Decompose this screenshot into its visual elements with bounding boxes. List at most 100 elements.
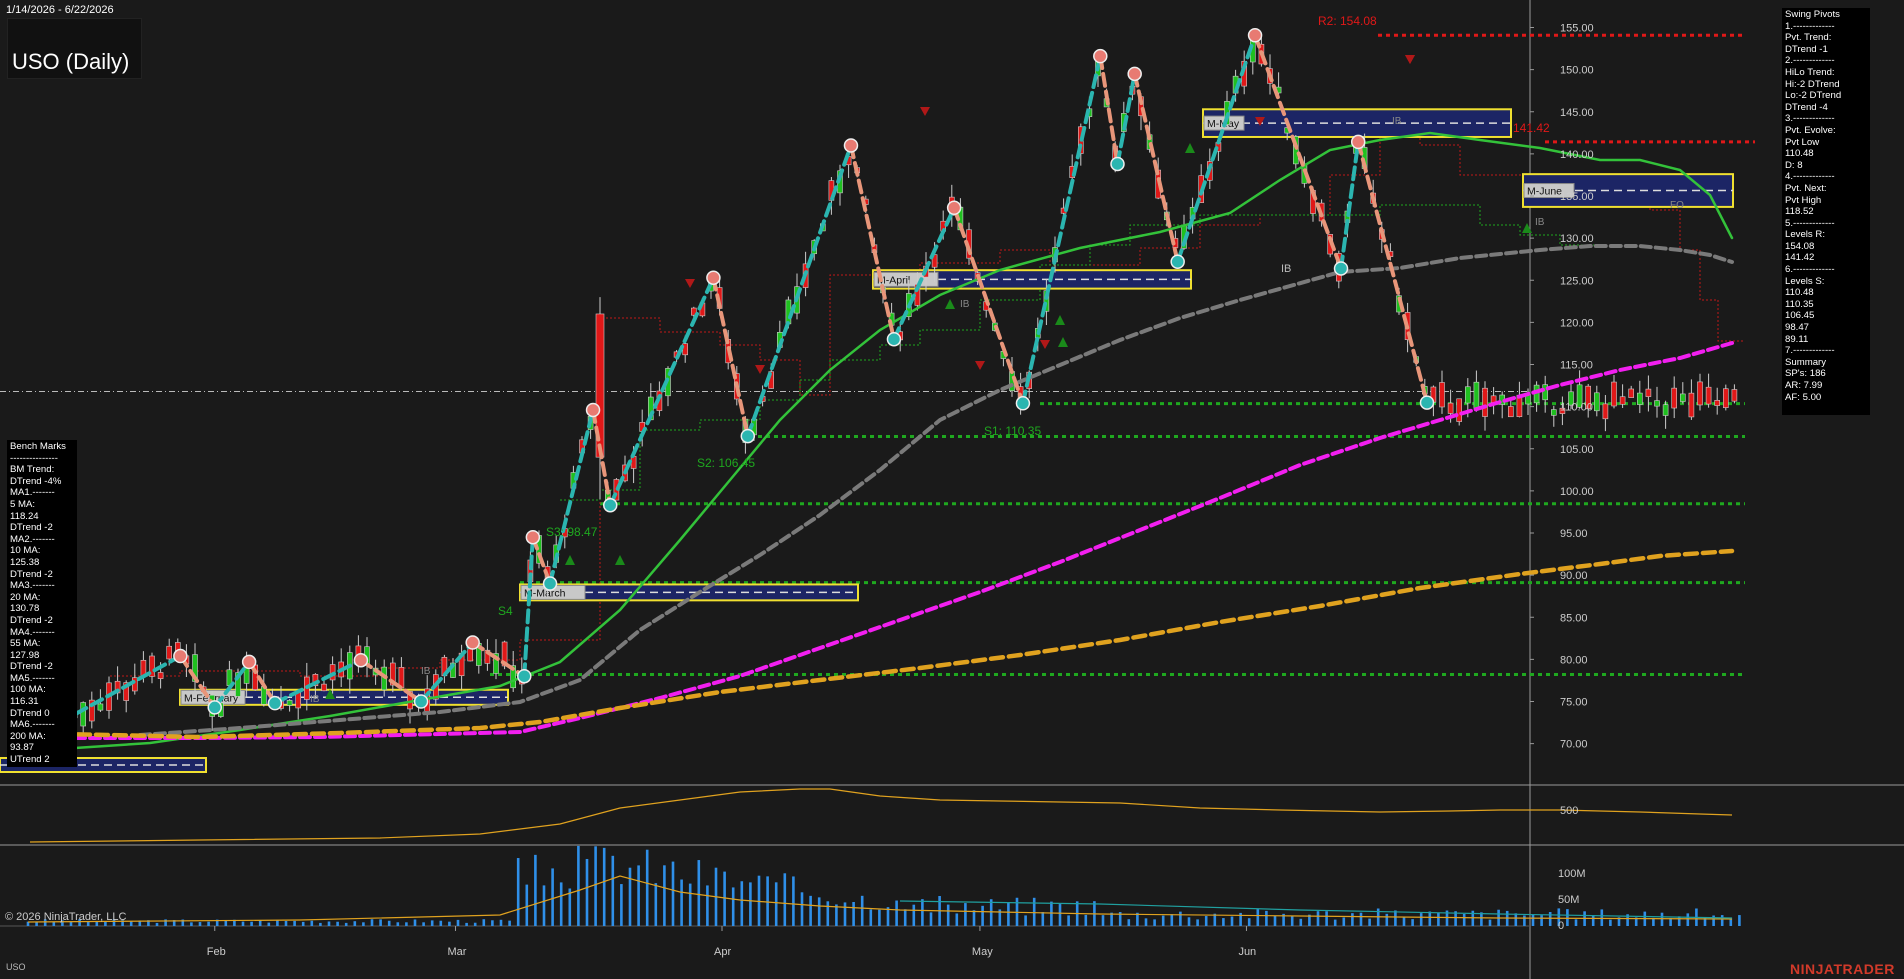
volume-bar <box>1411 919 1414 926</box>
volume-bar <box>792 876 795 926</box>
level-label: IB <box>1535 217 1545 228</box>
bench-panel-line: DTrend -2 <box>10 522 53 534</box>
candle-body <box>1594 392 1600 412</box>
volume-bar <box>912 904 916 926</box>
volume-bar <box>207 921 210 926</box>
candle-body <box>1456 398 1462 422</box>
bench-panel-line: 100 MA: <box>10 684 46 696</box>
x-tick-label: Feb <box>207 946 226 958</box>
level-label: IB <box>1281 263 1291 275</box>
bench-panel-line: DTrend -2 <box>10 614 53 626</box>
volume-bar <box>310 920 314 926</box>
volume-bar <box>439 920 443 926</box>
zigzag-segment <box>711 275 750 439</box>
volume-bar <box>396 922 400 926</box>
pivot-panel-line: Levels S: <box>1785 275 1825 287</box>
pivot-panel-line: 118.52 <box>1785 206 1814 218</box>
sell-signal-marker <box>920 107 930 116</box>
brand-logo: NINJATRADER <box>1790 961 1895 977</box>
bench-panel-line: 127.98 <box>10 649 40 661</box>
pivot-panel-line: 110.48 <box>1785 148 1814 160</box>
volume-bar <box>1609 919 1612 926</box>
buy-signal-marker <box>1185 143 1195 153</box>
candle-body <box>1645 388 1652 397</box>
buy-signal-marker <box>615 555 625 565</box>
volume-bar <box>559 882 563 926</box>
pivot-marker <box>585 402 601 418</box>
volume-bar <box>1660 912 1664 926</box>
volume-bar <box>1540 915 1543 926</box>
volume-bar <box>1720 915 1724 926</box>
candle-body <box>1447 402 1454 414</box>
volume-bar <box>224 920 228 926</box>
pivot-panel-line: 5.------------- <box>1785 217 1835 229</box>
candle-body <box>1654 400 1660 407</box>
volume-bar <box>430 920 434 926</box>
volume-bar <box>405 922 408 926</box>
volume-bar <box>620 884 623 926</box>
sell-signal-marker <box>1405 55 1415 64</box>
volume-bar <box>663 865 666 926</box>
volume-bar <box>1032 897 1036 926</box>
volume-tick-label: 0 <box>1558 920 1564 932</box>
pivot-marker <box>740 428 756 444</box>
pivot-marker <box>241 654 257 670</box>
pivot-panel-line: Swing Pivots <box>1785 9 1840 20</box>
y-tick-label: 80.00 <box>1560 654 1588 666</box>
title-box: USO (Daily) <box>7 18 142 79</box>
zigzag-segment <box>848 143 896 342</box>
volume-bar <box>826 901 830 926</box>
pivot-marker <box>517 668 532 684</box>
bench-panel-line: DTrend -4% <box>10 475 62 487</box>
candle-body <box>1611 381 1617 407</box>
candle-body <box>166 645 172 660</box>
volume-bar <box>903 909 907 926</box>
volume-bar <box>1204 916 1208 926</box>
candle-body <box>97 703 104 711</box>
candle-body <box>1688 392 1695 418</box>
bench-panel-line: 200 MA: <box>10 730 46 742</box>
candle-body <box>286 700 293 706</box>
pivot-panel-line: Pvt High <box>1785 194 1822 206</box>
volume-bar <box>1591 915 1595 926</box>
oscillator-tick-label: 500 <box>1560 805 1578 817</box>
volume-bar <box>680 879 683 926</box>
volume-bar <box>1084 914 1088 926</box>
volume-bar <box>1179 911 1182 926</box>
volume-bar <box>1574 919 1578 926</box>
volume-bar <box>585 858 589 926</box>
buy-signal-marker <box>945 299 955 309</box>
candle-body <box>321 683 327 692</box>
price-chart[interactable]: M-FebruaryM-MarchM-AprilM-MayM-June 155.… <box>0 0 1904 979</box>
candle-body <box>1671 387 1677 409</box>
pivot-panel-line: Pvt. Evolve: <box>1785 124 1836 136</box>
candle-body <box>1714 400 1720 406</box>
volume-bar <box>1007 902 1010 926</box>
moving-average-line <box>138 244 1734 737</box>
volume-bar <box>387 920 391 926</box>
volume-bar <box>645 849 649 926</box>
candle-body <box>1680 393 1686 402</box>
pivot-marker <box>1170 254 1185 269</box>
y-tick-label: 110.00 <box>1560 402 1593 414</box>
volume-bar <box>671 861 675 926</box>
pivot-panel-line: 3.------------- <box>1785 113 1835 125</box>
volume-bar <box>336 921 339 926</box>
volume-bar <box>319 922 322 926</box>
volume-bar <box>1462 914 1466 926</box>
volume-bar <box>895 900 898 926</box>
bench-panel-line: MA2.------- <box>10 533 55 545</box>
volume-bar <box>774 882 778 926</box>
volume-bar <box>198 922 202 926</box>
pivot-panel-line: AF: 5.00 <box>1785 391 1822 403</box>
y-tick-label: 85.00 <box>1560 612 1588 624</box>
candle-body <box>1473 381 1480 409</box>
volume-bar <box>860 895 864 926</box>
volume-bar <box>964 903 967 926</box>
pivot-marker <box>706 270 721 285</box>
pivot-marker <box>1093 48 1108 64</box>
pivot-panel-line: Lo:-2 DTrend <box>1785 90 1842 102</box>
pivot-marker <box>1127 66 1142 82</box>
bench-panel-line: Bench Marks <box>10 441 66 452</box>
pivot-panel-line: Pvt. Trend: <box>1785 32 1832 44</box>
